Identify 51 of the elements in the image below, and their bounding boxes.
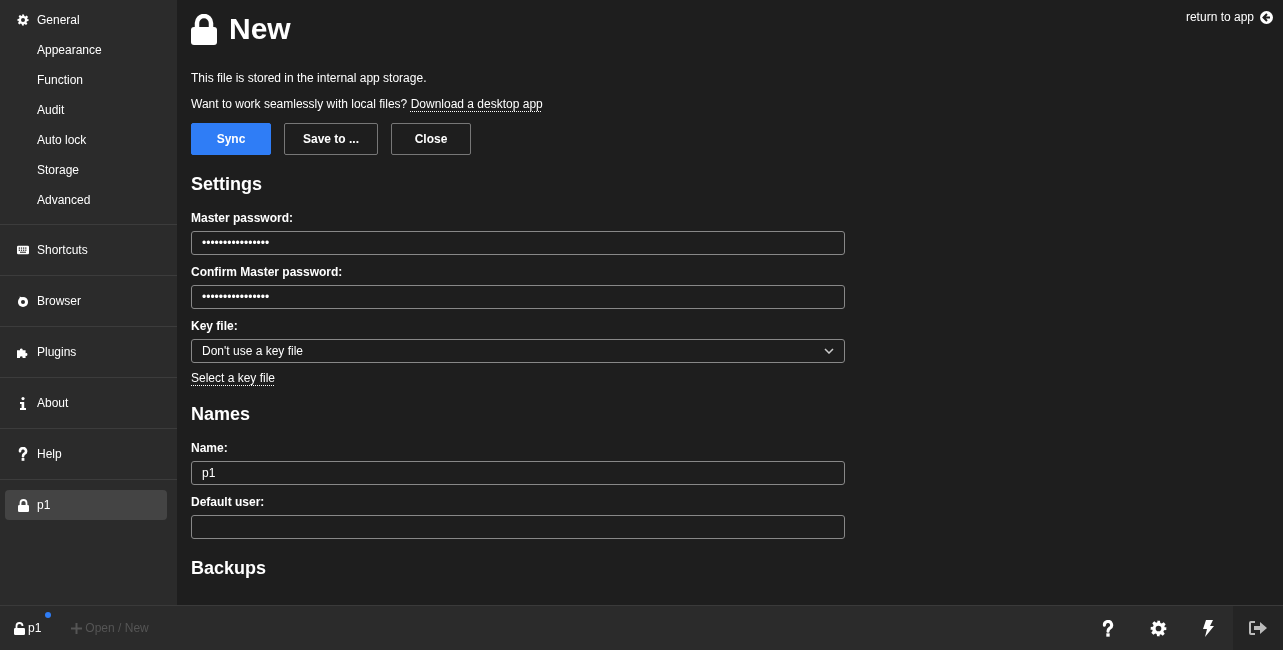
sidebar-subitem[interactable]: Function <box>0 65 177 95</box>
sidebar-subitem[interactable]: Audit <box>0 95 177 125</box>
secondary-button[interactable]: Close <box>391 123 472 155</box>
info-text: This file is stored in the internal app storage. <box>191 71 428 85</box>
lock-icon <box>17 498 29 512</box>
lock-icon <box>191 13 217 45</box>
chevron-down-icon <box>824 348 834 354</box>
info-text: Want to work seamlessly with local files? Download a desktop app <box>191 97 544 111</box>
file-tab[interactable]: p1 <box>14 621 42 635</box>
question-mark-icon <box>18 447 28 461</box>
section-heading: Backups <box>191 558 268 579</box>
select-key-file-link[interactable]: Select a key file <box>191 371 276 385</box>
field-label: Default user: <box>191 495 266 509</box>
return-link[interactable]: return to app <box>1185 10 1273 24</box>
sidebar-subitem[interactable]: Appearance <box>0 35 177 65</box>
info-icon <box>20 396 26 410</box>
gear-icon <box>17 13 29 27</box>
section-heading: Names <box>191 404 252 425</box>
field-label: Confirm Master password: <box>191 265 344 279</box>
sidebar-item[interactable]: p1 <box>5 490 167 520</box>
keyboard-icon <box>17 245 29 255</box>
sidebar-subitem[interactable]: Auto lock <box>0 125 177 155</box>
lightning-icon <box>1202 619 1214 637</box>
unlocked-lock-icon <box>14 621 25 635</box>
plus-icon <box>71 622 83 634</box>
input-field[interactable]: p1 <box>191 461 845 485</box>
field-label: Master password: <box>191 211 295 225</box>
sidebar-item[interactable]: About <box>5 388 167 418</box>
back-arrow-icon <box>1260 10 1273 24</box>
sidebar-item[interactable]: Plugins <box>5 337 167 367</box>
section-heading: Settings <box>191 174 263 195</box>
secondary-button[interactable]: Save to ... <box>284 123 379 155</box>
question-mark-icon <box>1102 619 1114 637</box>
field-label: Name: <box>191 441 229 455</box>
sidebar-item[interactable]: Shortcuts <box>5 235 167 265</box>
input-field[interactable] <box>191 515 845 539</box>
sidebar-subitem[interactable]: Advanced <box>0 185 177 215</box>
exit-icon <box>1249 621 1267 635</box>
download-link[interactable]: Download a desktop app <box>410 97 543 111</box>
gear-icon <box>1149 619 1167 637</box>
field-label: Key file: <box>191 319 239 333</box>
sidebar-subitem[interactable]: Storage <box>0 155 177 185</box>
sidebar-item[interactable]: General <box>5 5 167 35</box>
primary-button[interactable]: Sync <box>191 123 271 155</box>
input-field[interactable]: •••••••••••••••• <box>191 231 845 255</box>
sidebar-item[interactable]: Browser <box>5 286 167 316</box>
sidebar-item[interactable]: Help <box>5 439 167 469</box>
dropdown[interactable]: Don't use a key file <box>191 339 845 363</box>
input-field[interactable]: •••••••••••••••• <box>191 285 845 309</box>
page-title: New <box>229 12 291 46</box>
toolbar-button[interactable] <box>1233 606 1283 650</box>
